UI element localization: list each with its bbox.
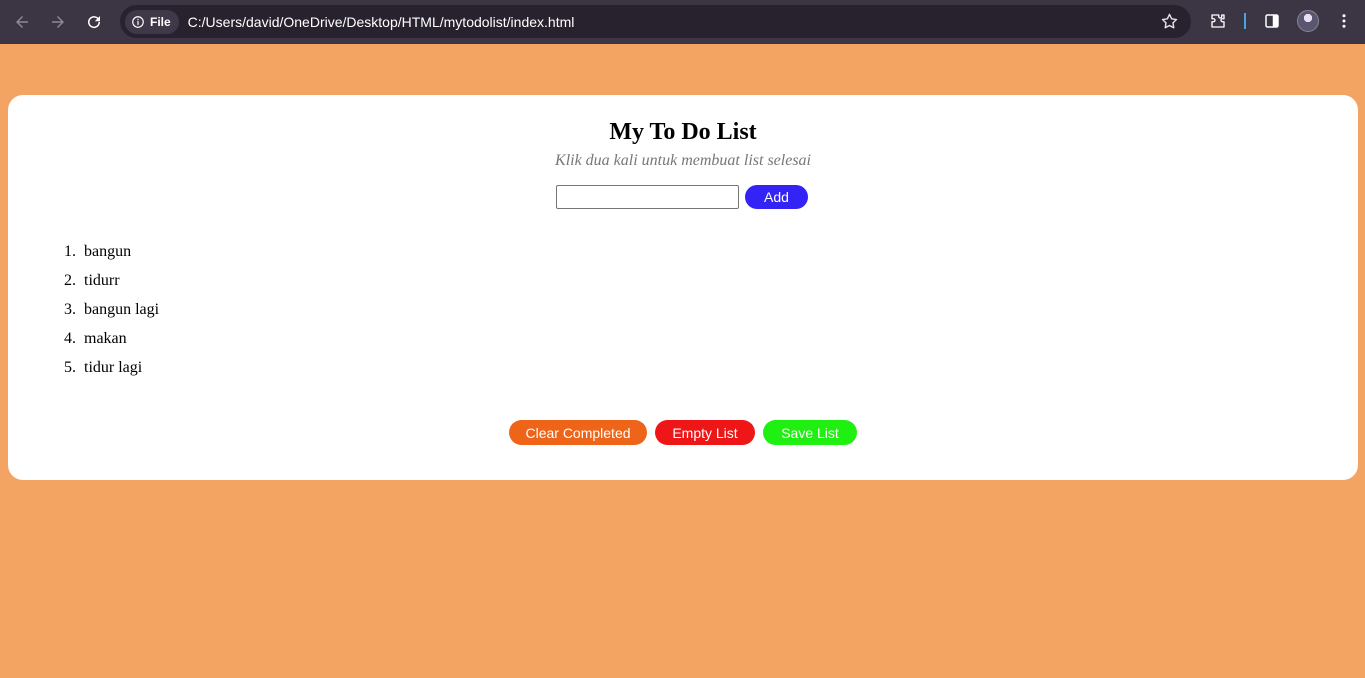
list-item-text: makan	[84, 330, 127, 347]
list-item-text: tidurr	[84, 272, 120, 289]
todo-card: My To Do List Klik dua kali untuk membua…	[8, 95, 1358, 480]
reload-button[interactable]	[81, 9, 107, 35]
forward-button[interactable]	[45, 9, 71, 35]
extensions-icon	[1211, 14, 1225, 28]
list-item-number: 5.	[64, 359, 76, 376]
side-panel-button[interactable]	[1261, 10, 1283, 32]
list-actions: Clear Completed Empty List Save List	[509, 420, 857, 445]
list-item-number: 2.	[64, 272, 76, 289]
todo-list: 1. bangun 2. tidurr 3. bangun lagi 4. makan …	[56, 243, 159, 388]
add-todo-form: Add	[556, 185, 808, 209]
back-button[interactable]	[9, 9, 35, 35]
list-item-number: 4.	[64, 330, 76, 347]
address-bar[interactable]: File C:/Users/david/OneDrive/Desktop/HTM…	[120, 5, 1191, 38]
reload-icon	[88, 16, 101, 29]
page-title: My To Do List	[609, 119, 757, 145]
avatar[interactable]	[1297, 10, 1319, 32]
side-panel-icon	[1265, 14, 1279, 28]
url-text[interactable]: C:/Users/david/OneDrive/Desktop/HTML/myt…	[188, 14, 575, 30]
list-item[interactable]: 4. makan	[56, 330, 159, 359]
list-item[interactable]: 1. bangun	[56, 243, 159, 272]
add-button[interactable]: Add	[745, 185, 808, 209]
site-info-chip[interactable]: File	[125, 9, 179, 34]
browser-toolbar: File C:/Users/david/OneDrive/Desktop/HTM…	[0, 0, 1365, 44]
forward-arrow-icon	[52, 16, 64, 28]
todo-input[interactable]	[556, 185, 739, 209]
list-item[interactable]: 3. bangun lagi	[56, 301, 159, 330]
list-item[interactable]: 2. tidurr	[56, 272, 159, 301]
menu-button[interactable]	[1333, 10, 1355, 32]
list-item-number: 1.	[64, 243, 76, 260]
extensions-button[interactable]	[1207, 10, 1229, 32]
save-list-button[interactable]: Save List	[763, 420, 857, 445]
clear-completed-button[interactable]: Clear Completed	[509, 420, 647, 445]
list-item-text: tidur lagi	[84, 359, 143, 376]
info-icon	[132, 15, 144, 28]
list-item-text: bangun lagi	[84, 301, 160, 318]
list-item-text: bangun	[84, 243, 132, 260]
toolbar-divider	[1244, 13, 1246, 29]
kebab-menu-icon	[1342, 14, 1346, 28]
page-subtitle: Klik dua kali untuk membuat list selesai	[555, 152, 811, 169]
list-item[interactable]: 5. tidur lagi	[56, 359, 159, 388]
back-arrow-icon	[16, 16, 28, 28]
file-chip-label: File	[150, 14, 171, 29]
star-icon[interactable]	[1160, 12, 1179, 31]
list-item-number: 3.	[64, 301, 76, 318]
empty-list-button[interactable]: Empty List	[655, 420, 755, 445]
